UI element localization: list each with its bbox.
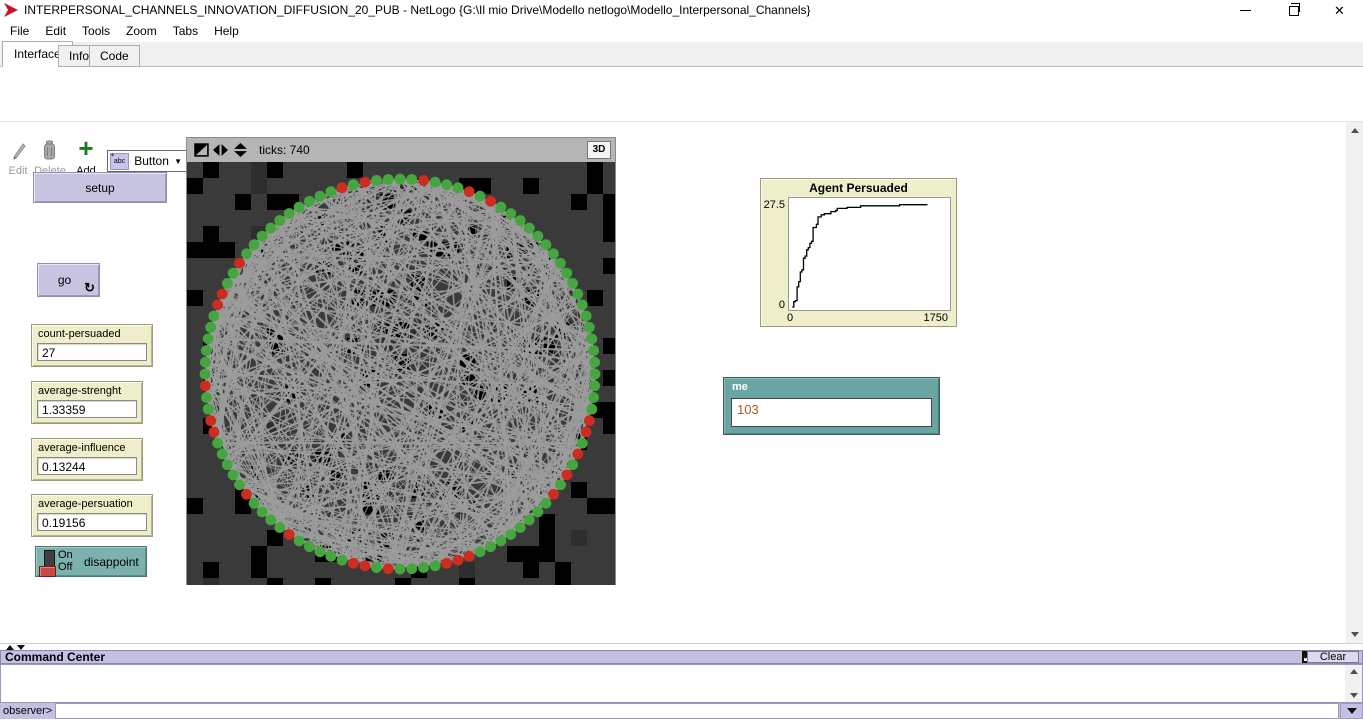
setup-button[interactable]: setup xyxy=(33,172,167,203)
observer-prompt-label: observer> xyxy=(3,703,52,719)
command-center-title: Command Center xyxy=(5,651,105,664)
setup-button-label: setup xyxy=(85,181,114,195)
command-center-header: Command Center Clear xyxy=(0,650,1363,664)
delete-trash-icon[interactable] xyxy=(42,140,57,161)
monitor-name: average-persuation xyxy=(38,498,133,510)
command-history-button[interactable] xyxy=(1340,703,1363,719)
monitor-value: 27 xyxy=(37,343,147,361)
tab-code[interactable]: Code xyxy=(89,45,140,67)
vertical-arrows-icon[interactable] xyxy=(233,143,248,157)
close-button[interactable]: ✕ xyxy=(1316,0,1363,20)
switch-knob[interactable] xyxy=(39,566,56,577)
monitor-value: 1.33359 xyxy=(37,400,137,418)
input-box-value[interactable]: 103 xyxy=(731,398,932,427)
menu-tools[interactable]: Tools xyxy=(74,21,118,41)
input-box-label: me xyxy=(732,381,748,393)
monitor-name: average-strenght xyxy=(38,385,121,397)
minimize-icon xyxy=(1240,10,1251,11)
edit-tool-label[interactable]: Edit xyxy=(2,165,34,177)
menu-zoom[interactable]: Zoom xyxy=(118,21,165,41)
button-widget-icon: abc xyxy=(110,153,129,170)
scroll-down-icon xyxy=(1351,632,1359,637)
close-icon: ✕ xyxy=(1334,4,1345,17)
switch-disappoint[interactable]: On Off disappoint xyxy=(35,546,147,577)
monitor-average-influence: average-influence 0.13244 xyxy=(31,438,143,481)
scroll-down-button[interactable] xyxy=(1345,689,1362,702)
interface-toolbar: Edit Delete + Add abc Button ▼ normal sp… xyxy=(0,67,1363,122)
monitor-value: 0.19156 xyxy=(37,513,147,531)
plot-x-min-label: 0 xyxy=(787,312,793,324)
scroll-up-icon xyxy=(1350,669,1358,674)
monitor-name: average-influence xyxy=(38,442,125,454)
monitor-count-persuaded: count-persuaded 27 xyxy=(31,324,153,367)
command-center-resize-handle[interactable] xyxy=(0,643,1363,650)
plot-y-max-label: 27.5 xyxy=(761,199,785,211)
threed-button[interactable]: 3D xyxy=(587,141,611,159)
interface-scrollbar[interactable] xyxy=(1346,122,1363,643)
switch-on-label: On xyxy=(58,549,73,561)
menu-file[interactable]: File xyxy=(2,21,37,41)
command-output-scrollbar[interactable] xyxy=(1345,665,1362,702)
scroll-up-button[interactable] xyxy=(1346,122,1363,139)
scroll-down-icon xyxy=(1350,693,1358,698)
switch-label: disappoint xyxy=(84,555,139,569)
plot-x-max-label: 1750 xyxy=(924,312,948,324)
monitor-value: 0.13244 xyxy=(37,457,137,475)
menu-bar: File Edit Tools Zoom Tabs Help xyxy=(0,20,1363,42)
world-view-widget: ticks: 740 3D xyxy=(186,137,616,585)
ticks-counter: ticks: 740 xyxy=(259,138,310,162)
restore-button[interactable] xyxy=(1269,0,1316,20)
switch-off-label: Off xyxy=(58,561,72,573)
scroll-down-button[interactable] xyxy=(1346,626,1363,643)
history-dropdown-icon xyxy=(1347,708,1357,714)
window-title: INTERPERSONAL_CHANNELS_INNOVATION_DIFFUS… xyxy=(24,0,811,20)
go-button[interactable]: go ↻ xyxy=(37,263,100,297)
restore-icon xyxy=(1289,6,1299,16)
input-box-me[interactable]: me 103 xyxy=(723,377,940,435)
clear-button[interactable]: Clear xyxy=(1307,651,1359,663)
menu-tabs[interactable]: Tabs xyxy=(165,21,206,41)
monitor-name: count-persuaded xyxy=(38,328,121,340)
monitor-average-persuation: average-persuation 0.19156 xyxy=(31,494,153,537)
minimize-button[interactable] xyxy=(1222,0,1269,20)
plot-line xyxy=(789,198,950,310)
world-canvas[interactable] xyxy=(187,162,615,585)
title-bar: INTERPERSONAL_CHANNELS_INNOVATION_DIFFUS… xyxy=(0,0,1363,20)
forever-icon: ↻ xyxy=(84,281,95,294)
plot-y-min-label: 0 xyxy=(761,299,785,311)
monitor-average-strenght: average-strenght 1.33359 xyxy=(31,381,143,424)
menu-edit[interactable]: Edit xyxy=(37,21,74,41)
add-plus-icon[interactable]: + xyxy=(76,135,96,161)
plot-canvas xyxy=(788,197,951,311)
view-header: ticks: 740 3D xyxy=(187,138,615,162)
chevron-down-icon: ▼ xyxy=(174,157,182,166)
widget-type-label: Button xyxy=(129,154,174,168)
scroll-up-button[interactable] xyxy=(1345,665,1362,678)
go-button-label: go xyxy=(58,273,71,287)
network-visualization xyxy=(187,162,615,585)
command-output-area[interactable] xyxy=(0,664,1363,703)
plot-agent-persuaded: Agent Persuaded 27.5 0 0 1750 xyxy=(760,178,957,327)
command-input[interactable] xyxy=(55,703,1339,719)
interaction-mode-icon[interactable] xyxy=(194,143,209,157)
scroll-up-icon xyxy=(1351,128,1359,133)
widget-type-chooser[interactable]: abc Button ▼ xyxy=(107,150,187,172)
netlogo-window: INTERPERSONAL_CHANNELS_INNOVATION_DIFFUS… xyxy=(0,0,1363,725)
menu-help[interactable]: Help xyxy=(206,21,247,41)
edit-pencil-icon[interactable] xyxy=(10,141,26,161)
horizontal-arrows-icon[interactable] xyxy=(213,143,228,157)
plot-title: Agent Persuaded xyxy=(761,181,956,195)
netlogo-logo-icon xyxy=(4,3,19,17)
tab-bar: Interface Info Code xyxy=(0,42,1363,67)
